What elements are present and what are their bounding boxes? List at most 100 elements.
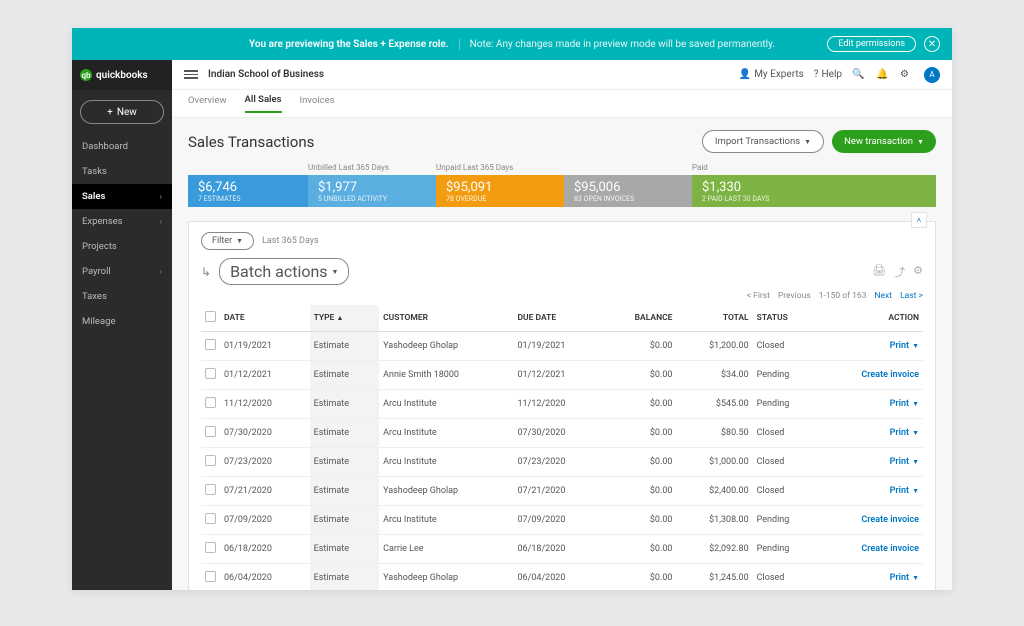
tab-overview[interactable]: Overview [188,95,227,112]
col-status[interactable]: STATUS [753,305,818,332]
sidebar-item-mileage[interactable]: Mileage [72,309,172,334]
help-link[interactable]: ? Help [814,69,842,80]
row-checkbox[interactable] [205,397,216,408]
gear-icon[interactable]: ⚙ [900,69,914,80]
col-action: ACTION [818,305,923,332]
cell-customer: Yashodeep Gholap [379,477,513,506]
cell-customer: Arcu Institute [379,419,513,448]
chevron-down-icon: ▼ [236,237,243,245]
sidebar-item-label: Tasks [82,166,107,177]
hamburger-icon[interactable] [184,70,198,79]
cell-customer: Annie Smith 18000 [379,361,513,390]
row-action[interactable]: Print ▼ [890,341,919,351]
pager-next[interactable]: Next [874,291,892,301]
cell-type: Estimate [310,390,380,419]
subtabs: Overview All Sales Invoices [172,90,952,118]
pager-prev[interactable]: Previous [778,291,811,301]
sidebar-item-dashboard[interactable]: Dashboard [72,134,172,159]
row-checkbox[interactable] [205,368,216,379]
import-transactions-button[interactable]: Import Transactions ▼ [702,130,824,153]
row-action[interactable]: Create invoice [861,515,919,525]
tile-unbilled[interactable]: $1,977 5 UNBILLED ACTIVITY [308,175,436,207]
row-checkbox[interactable] [205,339,216,350]
tab-all-sales[interactable]: All Sales [245,94,282,113]
col-due[interactable]: DUE DATE [514,305,604,332]
settings-cog-icon[interactable]: ⚙ [913,264,923,280]
row-action[interactable]: Print ▼ [890,486,919,496]
cell-due: 07/21/2020 [514,477,604,506]
pager-last[interactable]: Last > [900,291,923,301]
sidebar-item-projects[interactable]: Projects [72,234,172,259]
row-action[interactable]: Create invoice [861,544,919,554]
row-action[interactable]: Print ▼ [890,399,919,409]
close-preview-button[interactable]: ✕ [924,36,940,52]
col-balance[interactable]: BALANCE [603,305,676,332]
cell-customer: Arcu Institute [379,506,513,535]
sidebar-item-label: Projects [82,241,117,252]
cell-type: Estimate [310,564,380,591]
filter-button[interactable]: Filter ▼ [201,232,254,250]
cell-status: Pending [753,361,818,390]
sidebar-item-expenses[interactable]: Expenses› [72,209,172,234]
row-checkbox[interactable] [205,513,216,524]
sidebar-item-payroll[interactable]: Payroll› [72,259,172,284]
paid-section-label: Paid [692,163,936,173]
my-experts-link[interactable]: 👤 My Experts [739,69,804,80]
export-icon[interactable]: ⤴ [894,264,905,280]
cell-due: 07/30/2020 [514,419,604,448]
cell-due: 07/09/2020 [514,506,604,535]
tile-estimates[interactable]: $6,746 7 ESTIMATES [188,175,308,207]
col-type[interactable]: TYPE ▲ [310,305,380,332]
row-action[interactable]: Print ▼ [890,457,919,467]
cell-status: Closed [753,477,818,506]
chevron-down-icon: ▼ [912,487,919,495]
cell-total: $2,400.00 [676,477,752,506]
search-icon[interactable]: 🔍 [852,69,866,80]
edit-permissions-button[interactable]: Edit permissions [827,36,916,52]
new-transaction-button[interactable]: New transaction ▼ [832,130,936,153]
sidebar-item-label: Taxes [82,291,107,302]
chevron-right-icon: › [160,217,162,226]
cell-date: 06/04/2020 [220,564,310,591]
cell-balance: $0.00 [603,390,676,419]
row-checkbox[interactable] [205,542,216,553]
sidebar-item-taxes[interactable]: Taxes [72,284,172,309]
tile-open-invoices[interactable]: $95,006 83 OPEN INVOICES [564,175,692,207]
tile-overdue[interactable]: $95,091 78 OVERDUE [436,175,564,207]
batch-actions-button[interactable]: Batch actions ▼ [219,258,349,285]
table-row: 06/04/2020 Estimate Yashodeep Gholap 06/… [201,564,923,591]
row-action[interactable]: Print ▼ [890,573,919,583]
collapse-icon[interactable]: ˄ [911,212,927,228]
tile-paid[interactable]: $1,330 2 PAID LAST 30 DAYS [692,175,936,207]
chevron-down-icon: ▼ [912,458,919,466]
bell-icon[interactable]: 🔔 [876,69,890,80]
cell-date: 01/12/2021 [220,361,310,390]
row-action[interactable]: Create invoice [861,370,919,380]
select-all-checkbox[interactable] [205,311,216,322]
shell: qb quickbooks + New DashboardTasksSales›… [72,60,952,590]
sidebar-item-sales[interactable]: Sales› [72,184,172,209]
row-checkbox[interactable] [205,426,216,437]
row-checkbox[interactable] [205,455,216,466]
tab-invoices[interactable]: Invoices [300,95,335,112]
cell-balance: $0.00 [603,506,676,535]
col-date[interactable]: DATE [220,305,310,332]
sidebar: qb quickbooks + New DashboardTasksSales›… [72,60,172,590]
chevron-down-icon: ▼ [332,268,339,276]
unbilled-section-label: Unbilled Last 365 Days [308,163,436,173]
row-checkbox[interactable] [205,484,216,495]
avatar[interactable]: A [924,67,940,83]
col-total[interactable]: TOTAL [676,305,752,332]
col-customer[interactable]: CUSTOMER [379,305,513,332]
pager-range: 1-150 of 163 [819,291,867,301]
row-checkbox[interactable] [205,571,216,582]
sidebar-item-label: Payroll [82,266,111,277]
sidebar-item-label: Dashboard [82,141,128,152]
print-icon[interactable]: 🖨 [872,264,886,280]
pager-first[interactable]: < First [747,291,770,301]
row-action[interactable]: Print ▼ [890,428,919,438]
sidebar-item-tasks[interactable]: Tasks [72,159,172,184]
preview-banner: You are previewing the Sales + Expense r… [72,28,952,60]
new-button[interactable]: + New [80,100,164,124]
cell-customer: Yashodeep Gholap [379,332,513,361]
